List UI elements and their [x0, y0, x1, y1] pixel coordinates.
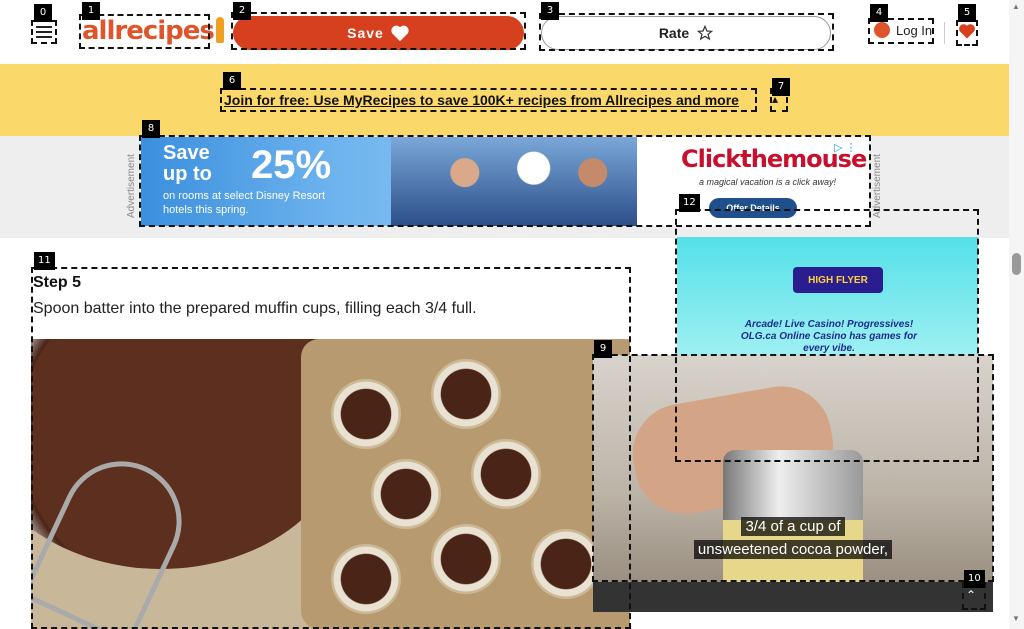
site-logo[interactable]: allrecipes [82, 16, 224, 46]
annotation-tag-6: 6 [223, 72, 241, 90]
ad-promo-percent: 25% [251, 143, 332, 187]
ad-photo [391, 137, 637, 226]
ad-offer-button[interactable]: Offer Details [709, 198, 797, 218]
save-button[interactable]: Save [233, 16, 524, 50]
top-ad-banner[interactable]: Save up to 25% on rooms at select Disney … [141, 137, 869, 226]
scroll-up-icon[interactable]: ▲ [1012, 2, 1020, 11]
muffin-cup [431, 524, 501, 594]
logo-text: allrecipes [82, 16, 215, 46]
page-scrollbar[interactable]: ▲ ▼ [1009, 0, 1024, 629]
annotation-tag-0: 0 [34, 4, 52, 22]
save-button-label: Save [347, 25, 384, 41]
step-text: Spoon batter into the prepared muffin cu… [33, 300, 477, 317]
annotation-tag-3: 3 [541, 2, 559, 20]
page: allrecipes Save Rate Log In Join for fre… [0, 0, 1024, 629]
annotation-tag-2: 2 [233, 2, 251, 20]
muffin-cup [371, 459, 441, 529]
annotation-tag-1: 1 [82, 2, 100, 20]
ad-promo-text: Save up to [163, 142, 212, 185]
ad-promo-panel: Save up to 25% on rooms at select Disney … [141, 137, 637, 226]
step-photo [31, 339, 630, 629]
annotation-tag-9: 9 [594, 340, 612, 358]
ad-label-left: Advertisement [126, 154, 137, 218]
ad-label-right: Advertisement [872, 154, 883, 218]
muffin-cup [331, 379, 401, 449]
muffin-cup [331, 544, 401, 614]
annotation-tag-7: 7 [772, 78, 790, 96]
annotation-tag-8: 8 [142, 120, 160, 138]
side-ad-text: Arcade! Live Casino! Progressives! OLG.c… [740, 319, 918, 354]
adchoices-icon[interactable]: ▷ ⋮ [834, 141, 857, 154]
floating-video-player[interactable]: 3/4 of a cup of unsweetened cocoa powder… [593, 355, 993, 612]
header-divider [944, 22, 945, 44]
saved-heart-icon[interactable] [958, 22, 976, 40]
rate-button[interactable]: Rate [541, 16, 831, 50]
ad-tagline: a magical vacation is a click away! [699, 177, 837, 187]
menu-icon[interactable] [36, 26, 52, 38]
ad-brand-panel: Clickthemouse a magical vacation is a cl… [637, 137, 869, 226]
login-link[interactable]: Log In [874, 22, 932, 38]
join-free-link[interactable]: Join for free: Use MyRecipes to save 100… [224, 92, 739, 108]
annotation-tag-11: 11 [34, 252, 55, 270]
sidebar-ad[interactable]: HIGH FLYER Arcade! Live Casino! Progress… [677, 237, 978, 357]
site-header: allrecipes Save Rate Log In [0, 0, 1009, 64]
muffin-cup [471, 439, 541, 509]
heart-icon [391, 25, 409, 42]
annotation-tag-5: 5 [958, 4, 976, 22]
step-title: Step 5 [33, 274, 82, 291]
muffin-cup [431, 359, 501, 429]
video-caption-line1: 3/4 of a cup of [593, 517, 993, 536]
logo-spoon-icon [215, 17, 224, 43]
login-label: Log In [896, 22, 933, 38]
annotation-tag-10: 10 [964, 570, 985, 588]
scroll-down-icon[interactable]: ▼ [1012, 614, 1020, 623]
muffin-cup [531, 529, 601, 599]
ad-promo-subtext: on rooms at select Disney Resort hotels … [163, 190, 326, 216]
rate-button-label: Rate [658, 25, 690, 41]
scroll-thumb[interactable] [1012, 253, 1021, 275]
collapse-video-icon[interactable]: ⌃ [966, 588, 976, 602]
annotation-tag-4: 4 [870, 4, 888, 22]
video-control-bar[interactable] [593, 582, 993, 612]
annotation-tag-12: 12 [679, 194, 700, 212]
video-caption-line2: unsweetened cocoa powder, [593, 540, 993, 559]
user-icon [874, 22, 890, 38]
side-ad-title: HIGH FLYER [793, 267, 883, 293]
star-icon [697, 25, 714, 41]
